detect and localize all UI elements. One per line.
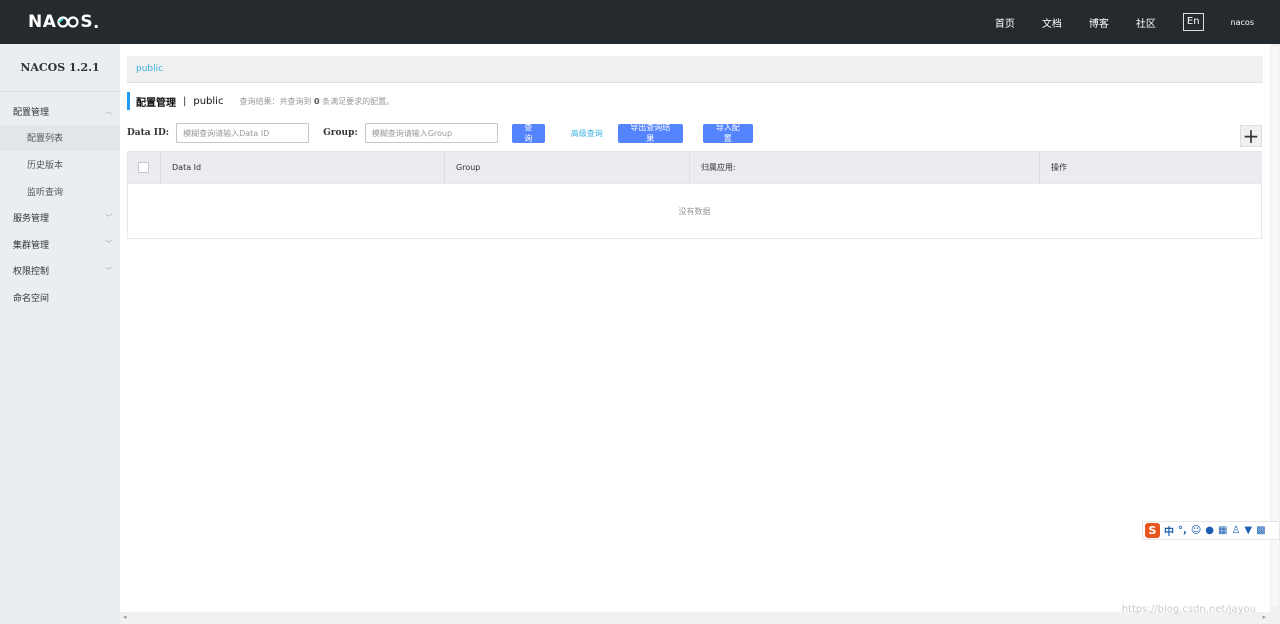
sidebar-item-history[interactable]: 历史版本 (0, 151, 120, 178)
sidebar-item-service-management[interactable]: 服务管理 ﹀ (0, 204, 120, 231)
select-all-checkbox[interactable] (138, 162, 149, 173)
sidebar-item-label: 配置管理 (13, 107, 50, 118)
sidebar-item-label: 配置列表 (27, 134, 64, 145)
sogou-logo-icon[interactable]: S (1145, 523, 1160, 538)
import-config-button[interactable]: 导入配置 (702, 123, 753, 143)
page-namespace: public (193, 95, 224, 107)
version-label: NACOS 1.2.1 (0, 44, 120, 92)
sidebar-item-label: 权限控制 (13, 267, 50, 278)
top-nav-links: 首页 文档 博客 社区 En nacos (968, 0, 1254, 44)
column-data-id: Data Id (161, 151, 445, 184)
column-app: 归属应用: (690, 151, 1040, 184)
sidebar-item-config-list[interactable]: 配置列表 (0, 124, 120, 152)
sidebar: NACOS 1.2.1 配置管理 ︿ 配置列表 历史版本 监听查询 服务管理 ﹀… (0, 44, 120, 624)
title-accent-bar (127, 92, 130, 110)
keyboard-icon[interactable]: ▦ (1218, 525, 1227, 536)
shirt-icon[interactable]: ▼ (1244, 525, 1252, 536)
nav-home-link[interactable]: 首页 (995, 15, 1015, 30)
table-header: Data Id Group 归属应用: 操作 (128, 151, 1261, 184)
search-button[interactable]: 查询 (511, 123, 545, 143)
data-id-input[interactable] (176, 123, 310, 143)
data-id-label: Data ID: (127, 128, 170, 138)
logo-dot-icon: . (93, 12, 100, 32)
chevron-down-icon: ﹀ (105, 240, 112, 249)
sidebar-item-label: 命名空间 (13, 293, 50, 304)
group-label: Group: (323, 128, 358, 138)
watermark-text: https://blog.csdn.net/jayou (1121, 604, 1256, 615)
chinese-mode-icon[interactable]: 中 (1164, 523, 1174, 538)
sidebar-item-access-control[interactable]: 权限控制 ﹀ (0, 258, 120, 285)
title-separator: | (183, 95, 187, 107)
microphone-icon[interactable]: ● (1205, 525, 1214, 536)
summary-prefix: 查询结果：共查询到 (239, 96, 312, 106)
punctuation-icon[interactable]: °, (1178, 525, 1187, 536)
language-switch-button[interactable]: En (1182, 13, 1204, 31)
namespace-public-link[interactable]: public (136, 64, 163, 74)
ime-toolbar[interactable]: S 中 °, ☺ ● ▦ ♙ ▼ ▩ (1142, 521, 1280, 540)
horizontal-scrollbar[interactable]: ◂ ▸ (120, 612, 1280, 624)
nav-community-link[interactable]: 社区 (1136, 15, 1156, 30)
nav-blog-link[interactable]: 博客 (1089, 15, 1109, 30)
advanced-search-link[interactable]: 高级查询 (571, 128, 603, 139)
logo-text-left: NA (28, 12, 57, 32)
column-group: Group (445, 151, 690, 184)
page-header: 配置管理 | public 查询结果：共查询到 0 条满足要求的配置。 (127, 92, 394, 110)
empty-state-text: 没有数据 (678, 206, 711, 216)
logo-text-right: S (80, 12, 94, 32)
sidebar-item-label: 历史版本 (27, 160, 64, 171)
emoji-icon[interactable]: ☺ (1191, 525, 1201, 536)
summary-suffix: 条满足要求的配置。 (322, 96, 395, 106)
chevron-up-icon: ︿ (105, 107, 112, 116)
nav-docs-link[interactable]: 文档 (1042, 15, 1062, 30)
chevron-down-icon: ﹀ (105, 213, 112, 222)
sidebar-item-label: 监听查询 (27, 187, 64, 198)
table-body: 没有数据 (128, 184, 1261, 238)
scroll-left-arrow-icon[interactable]: ◂ (123, 613, 127, 621)
sidebar-item-config-management[interactable]: 配置管理 ︿ (0, 98, 120, 125)
infinity-logo-icon (57, 15, 79, 29)
main-content: public 配置管理 | public 查询结果：共查询到 0 条满足要求的配… (120, 44, 1270, 612)
scroll-right-arrow-icon[interactable]: ▸ (1262, 613, 1266, 621)
sidebar-item-label: 服务管理 (13, 214, 50, 225)
chevron-down-icon: ﹀ (105, 266, 112, 275)
add-config-button[interactable]: + (1240, 125, 1262, 147)
header-select-cell (128, 151, 161, 184)
filter-bar: Data ID: Group: 查询 高级查询 导出查询结果 导入配置 (127, 123, 1267, 143)
user-icon[interactable]: ♙ (1231, 525, 1240, 536)
sidebar-item-label: 集群管理 (13, 240, 50, 251)
sidebar-item-listener-query[interactable]: 监听查询 (0, 178, 120, 205)
sidebar-item-namespace[interactable]: 命名空间 (0, 284, 120, 311)
user-name[interactable]: nacos (1231, 18, 1254, 27)
group-input[interactable] (364, 123, 498, 143)
namespace-bar: public (127, 56, 1263, 83)
query-summary: 查询结果：共查询到 0 条满足要求的配置。 (239, 96, 394, 107)
sidebar-item-cluster-management[interactable]: 集群管理 ﹀ (0, 231, 120, 258)
summary-count: 0 (314, 96, 320, 106)
config-table: Data Id Group 归属应用: 操作 没有数据 (127, 151, 1262, 239)
page-title: 配置管理 (136, 97, 176, 109)
export-results-button[interactable]: 导出查询结果 (617, 123, 683, 143)
top-navbar: NA S . 首页 文档 博客 社区 En nacos (0, 0, 1280, 44)
nacos-logo[interactable]: NA S . (28, 12, 100, 32)
grid-icon[interactable]: ▩ (1256, 525, 1265, 536)
column-actions: 操作 (1051, 163, 1067, 172)
